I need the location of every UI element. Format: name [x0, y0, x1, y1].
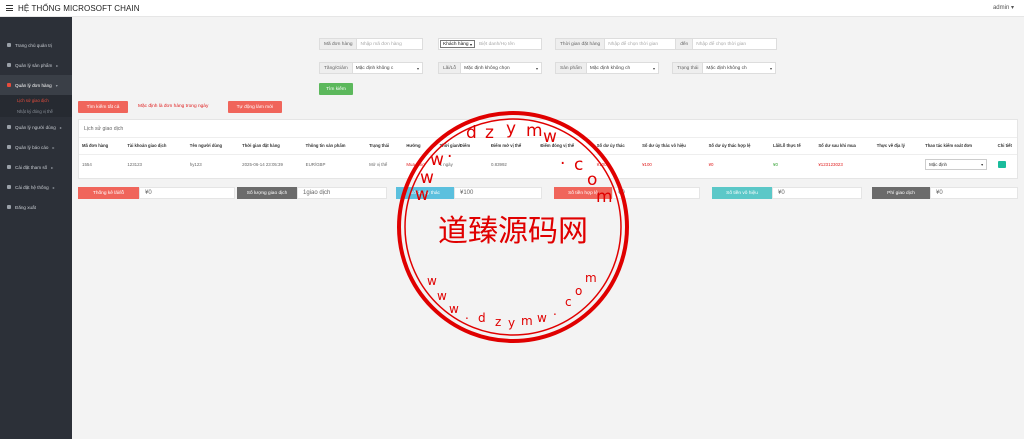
product-filter: Sản phẩm Mặc định không ch ▾: [555, 62, 659, 74]
cell-product: EUR/GBP: [305, 162, 326, 168]
column-header: Chi tiết: [994, 138, 1017, 155]
column-header: Số dư ủy thác vô hiệu: [639, 138, 706, 155]
order-time-filter: Thời gian đặt hàng Nhập để chọn thời gia…: [555, 38, 777, 50]
product-icon: [7, 63, 11, 67]
home-icon: [7, 43, 11, 47]
customer-name-input[interactable]: Biệt danh/Họ tên: [476, 39, 518, 49]
sidebar-item-users[interactable]: Quản lý người dùng ▸: [0, 117, 72, 137]
cell-region: [874, 154, 922, 175]
column-header: Số dư ủy thác hợp lệ: [705, 138, 771, 155]
user-menu[interactable]: admin ▾: [993, 4, 1014, 11]
top-bar: HỆ THỐNG MICROSOFT CHAIN admin ▾: [0, 0, 1024, 17]
profit-select[interactable]: Mặc định không chọn ▾: [461, 63, 541, 73]
user-icon: [7, 125, 11, 129]
cell-profit: ¥0: [773, 162, 778, 168]
stat-invalid-amount: Số tiền vô hiệu ¥0: [712, 187, 862, 199]
cell-order-time: 2025-06-14 23:05:39: [242, 162, 283, 168]
cell-order-id: 1554: [82, 162, 92, 168]
search-all-button[interactable]: Tìm kiếm tất cả: [78, 101, 128, 113]
default-orders-note: Mặc định là đơn hàng trong ngày: [138, 104, 209, 109]
gear-icon: [7, 185, 11, 189]
cell-balance-after: ¥123123023: [818, 162, 843, 168]
status-filter: Trạng thái Mặc định không ch ▾: [672, 62, 776, 74]
settings-icon: [7, 165, 11, 169]
stat-trade-count: Số lượng giao dịch 1giao dịch: [237, 187, 387, 199]
time-to-input[interactable]: Nhập để chọn thời gian: [693, 39, 749, 49]
customer-filter: Khách hàng ▾ Biệt danh/Họ tên: [438, 38, 542, 50]
column-header: Thông tin sản phẩm: [302, 138, 367, 155]
profit-filter: Lãi/Lỗ Mặc định không chọn ▾: [438, 62, 542, 74]
watermark-stamp: 道臻源码网 d z y mw . co m w w w. www. dzymw .com: [397, 111, 629, 343]
sidebar-subitem-close-log[interactable]: Nhật ký đóng vị thế: [0, 106, 72, 117]
cell-account: 123123: [127, 162, 142, 168]
sidebar-item-dashboard[interactable]: Trang chủ quản trị: [0, 35, 72, 55]
column-header: Thời gian đặt hàng: [239, 138, 303, 155]
column-header: Thao tác kiểm soát đơn: [922, 138, 995, 155]
hamburger-menu-icon[interactable]: [6, 5, 13, 11]
product-select[interactable]: Mặc định không ch ▾: [587, 63, 658, 73]
column-header: Lãi/Lỗ thực tế: [770, 138, 816, 155]
cell-entrusted-valid: ¥0: [708, 162, 714, 168]
svg-text:www. dzymw .com: www. dzymw .com: [427, 271, 597, 330]
sidebar-item-logout[interactable]: Đăng xuất: [0, 197, 72, 217]
column-header: Tên người dùng: [186, 138, 240, 155]
column-header: Mã đơn hàng: [79, 138, 125, 155]
sidebar-subitem-trade-history[interactable]: Lịch sử giao dịch: [0, 95, 72, 106]
status-select[interactable]: Mặc định không ch ▾: [703, 63, 775, 73]
order-number-input[interactable]: Nhập mã đơn hàng: [357, 39, 404, 49]
column-header: Thực về địa lý: [873, 138, 923, 155]
sidebar-item-parameters[interactable]: Cài đặt tham số ▸: [0, 157, 72, 177]
app-title: HỆ THỐNG MICROSOFT CHAIN: [18, 3, 140, 13]
direction-select[interactable]: Mặc định không c ▾: [353, 63, 422, 73]
order-control-select[interactable]: Mặc định ▾: [925, 159, 988, 171]
order-number-filter: Mã đơn hàng Nhập mã đơn hàng: [319, 38, 423, 50]
stat-profit-loss: Thống kê lãi/lỗ ¥0: [78, 187, 235, 199]
sidebar-item-orders[interactable]: Quản lý đơn hàng ▾: [0, 75, 72, 95]
logout-icon: [7, 205, 11, 209]
cell-username: hy123: [189, 162, 202, 168]
sidebar-item-products[interactable]: Quản lý sản phẩm ▸: [0, 55, 72, 75]
column-header: Số dư sau khi mua: [815, 138, 874, 155]
filter-icon: [7, 145, 11, 149]
detail-icon[interactable]: [997, 161, 1006, 169]
direction-filter: Tăng/Giảm Mặc định không c ▾: [319, 62, 423, 74]
time-from-input[interactable]: Nhập để chọn thời gian: [605, 39, 675, 49]
sidebar-item-system[interactable]: Cài đặt hệ thống ▸: [0, 177, 72, 197]
orders-icon: [7, 83, 11, 87]
cell-entrusted-invalid: ¥100: [642, 162, 652, 168]
sidebar: Trang chủ quản trị Quản lý sản phẩm ▸ Quả…: [0, 17, 72, 439]
watermark-center-text: 道臻源码网: [438, 214, 588, 249]
search-button[interactable]: Tìm kiếm: [319, 83, 353, 95]
auto-refresh-button[interactable]: Tự động làm mới: [228, 101, 282, 113]
sidebar-item-reports[interactable]: Quản lý báo cáo ▸: [0, 137, 72, 157]
stat-trade-fee: Phí giao dịch ¥0: [872, 187, 1018, 199]
customer-type-select[interactable]: Khách hàng ▾: [440, 40, 475, 48]
column-header: Tài khoản giao dịch: [124, 138, 187, 155]
svg-text:dzymw .com www.: d z y mw . co m w w w.: [415, 119, 618, 207]
